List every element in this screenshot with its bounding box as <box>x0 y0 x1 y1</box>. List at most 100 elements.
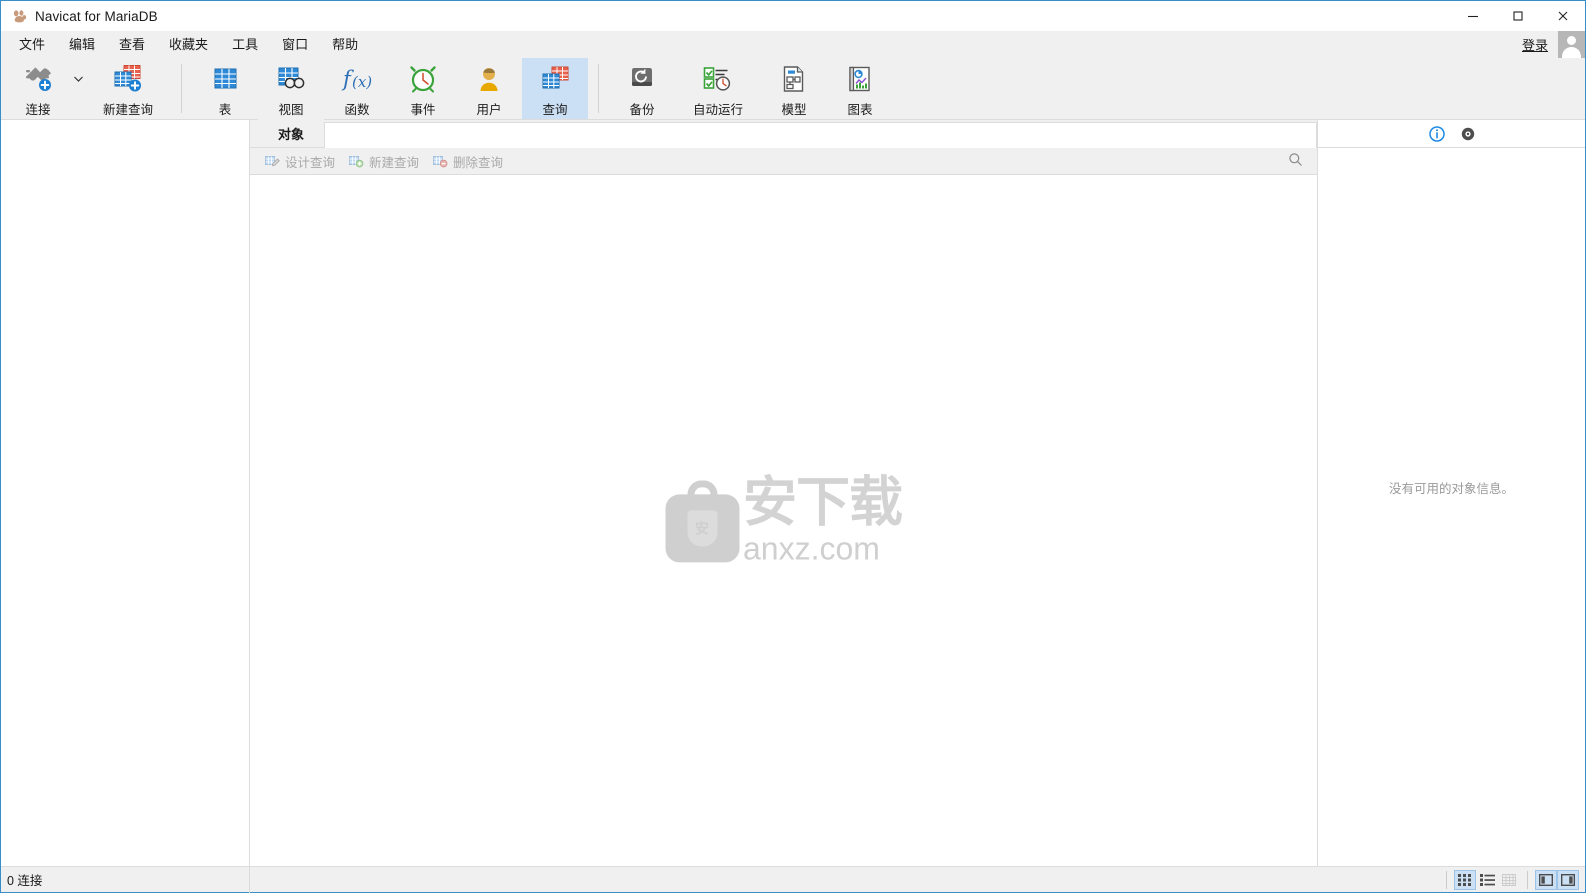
toolbar-label-event: 事件 <box>410 103 436 117</box>
status-divider-2 <box>1527 870 1528 889</box>
model-diagram-icon <box>774 64 814 94</box>
site-watermark: 安 安下载 anxz.com <box>665 475 903 566</box>
toolbar-label-connection: 连接 <box>25 103 51 117</box>
menu-item-file[interactable]: 文件 <box>7 34 57 55</box>
event-clock-icon <box>403 64 443 94</box>
connection-dropdown-caret-icon[interactable] <box>71 58 85 119</box>
toolbar-button-view[interactable]: 视图 <box>258 58 324 119</box>
object-search-button[interactable] <box>1288 152 1317 170</box>
toolbar-button-chart[interactable]: 图表 <box>827 58 893 119</box>
delete-query-icon <box>433 154 448 168</box>
design-query-button[interactable]: 设计查询 <box>258 150 342 173</box>
info-icon[interactable] <box>1428 125 1445 142</box>
toggle-right-panel-icon[interactable] <box>1557 869 1579 890</box>
toolbar-label-automation: 自动运行 <box>692 103 743 117</box>
toolbar-label-new-query: 新建查询 <box>102 103 153 117</box>
function-fx-icon: f (x) <box>337 64 377 94</box>
watermark-url-text: anxz.com <box>743 529 880 566</box>
center-pane: 对象 设计查询 新建查询 删除查询 安 安下载 anxz.com <box>250 119 1317 866</box>
toolbar-label-function: 函数 <box>344 103 370 117</box>
user-avatar-icon[interactable] <box>1558 31 1585 58</box>
view-icon <box>271 64 311 94</box>
query-tables-icon <box>535 64 575 94</box>
new-query-icon <box>349 154 364 168</box>
toolbar-label-query: 查询 <box>542 103 568 117</box>
close-button[interactable] <box>1540 1 1585 31</box>
menu-item-edit[interactable]: 编辑 <box>57 34 107 55</box>
toolbar-separator-2 <box>598 64 599 113</box>
navicat-window: Navicat for MariaDB 文件 编辑 查看 收藏夹 工具 窗口 帮… <box>0 0 1586 893</box>
toggle-left-panel-icon[interactable] <box>1535 869 1557 890</box>
minimize-button[interactable] <box>1450 1 1495 31</box>
status-divider-1 <box>1446 870 1447 889</box>
title-bar: Navicat for MariaDB <box>1 1 1585 31</box>
window-controls <box>1450 1 1585 31</box>
window-title: Navicat for MariaDB <box>35 8 158 24</box>
chart-report-icon <box>840 64 880 94</box>
toolbar-button-automation[interactable]: 自动运行 <box>675 58 761 119</box>
watermark-badge-icon: 安 <box>665 479 739 563</box>
toolbar-label-chart: 图表 <box>847 103 873 117</box>
panel-toggle-group <box>1535 869 1579 890</box>
toolbar-button-table[interactable]: 表 <box>192 58 258 119</box>
menu-item-favorites[interactable]: 收藏夹 <box>157 34 220 55</box>
menu-item-view[interactable]: 查看 <box>107 34 157 55</box>
target-eye-icon[interactable] <box>1461 127 1475 141</box>
toolbar-button-new-query[interactable]: 新建查询 <box>85 58 171 119</box>
svg-text:(x): (x) <box>352 73 372 91</box>
toolbar-label-backup: 备份 <box>629 103 655 117</box>
main-toolbar: 连接 新建查询 表 视图 f (x) 函数 事件 用户 查询 备份 自动运行 模… <box>1 58 1585 120</box>
new-query-add-icon <box>108 64 148 94</box>
watermark-badge-glyph: 安 <box>687 510 717 547</box>
tab-objects[interactable]: 对象 <box>258 119 324 147</box>
tab-strip-filler <box>324 122 1317 148</box>
object-list-canvas[interactable]: 安 安下载 anxz.com <box>250 175 1317 866</box>
status-right-controls <box>1439 867 1585 893</box>
toolbar-separator-1 <box>181 64 182 113</box>
menu-bar: 文件 编辑 查看 收藏夹 工具 窗口 帮助 登录 <box>1 31 1585 58</box>
menu-item-help[interactable]: 帮助 <box>320 34 370 55</box>
list-view-icon[interactable] <box>1476 870 1498 890</box>
maximize-button[interactable] <box>1495 1 1540 31</box>
connections-sidebar[interactable] <box>1 120 250 866</box>
table-grid-icon <box>205 64 245 94</box>
detail-view-icon <box>1498 870 1520 890</box>
status-connections-label: 0 连接 <box>7 874 43 888</box>
toolbar-button-connection[interactable]: 连接 <box>5 58 71 119</box>
toolbar-button-backup[interactable]: 备份 <box>609 58 675 119</box>
new-query-label: 新建查询 <box>369 155 420 170</box>
toolbar-label-user: 用户 <box>476 103 502 117</box>
connection-plug-add-icon <box>18 64 58 94</box>
navicat-paw-logo-icon <box>11 8 27 24</box>
toolbar-button-user[interactable]: 用户 <box>456 58 522 119</box>
design-query-label: 设计查询 <box>285 155 336 170</box>
status-bar: 0 连接 <box>1 866 1585 893</box>
delete-query-label: 删除查询 <box>453 155 504 170</box>
status-connections: 0 连接 <box>1 866 250 893</box>
new-query-button[interactable]: 新建查询 <box>342 150 426 173</box>
automation-schedule-icon <box>698 64 738 94</box>
backup-restore-icon <box>622 64 662 94</box>
info-panel-body: 没有可用的对象信息。 <box>1318 148 1585 866</box>
toolbar-button-function[interactable]: f (x) 函数 <box>324 58 390 119</box>
menu-item-window[interactable]: 窗口 <box>270 34 320 55</box>
login-link[interactable]: 登录 <box>1522 35 1548 54</box>
menu-bar-right: 登录 <box>1522 31 1585 58</box>
delete-query-button[interactable]: 删除查询 <box>426 150 510 173</box>
grid-view-icon[interactable] <box>1454 869 1476 890</box>
user-person-icon <box>469 64 509 94</box>
info-panel-header <box>1318 120 1585 148</box>
info-panel-empty-message: 没有可用的对象信息。 <box>1388 481 1514 496</box>
toolbar-label-table: 表 <box>218 103 232 117</box>
info-right-panel: 没有可用的对象信息。 <box>1317 120 1585 866</box>
main-body: 对象 设计查询 新建查询 删除查询 安 安下载 anxz.com 没有可用的对象… <box>1 119 1585 866</box>
design-query-icon <box>265 154 280 168</box>
toolbar-label-model: 模型 <box>781 103 807 117</box>
object-sub-toolbar: 设计查询 新建查询 删除查询 <box>250 148 1317 175</box>
tab-strip: 对象 <box>250 119 1317 148</box>
toolbar-button-event[interactable]: 事件 <box>390 58 456 119</box>
toolbar-button-query[interactable]: 查询 <box>522 58 588 119</box>
toolbar-button-model[interactable]: 模型 <box>761 58 827 119</box>
menu-item-tools[interactable]: 工具 <box>220 34 270 55</box>
toolbar-label-view: 视图 <box>278 103 304 117</box>
